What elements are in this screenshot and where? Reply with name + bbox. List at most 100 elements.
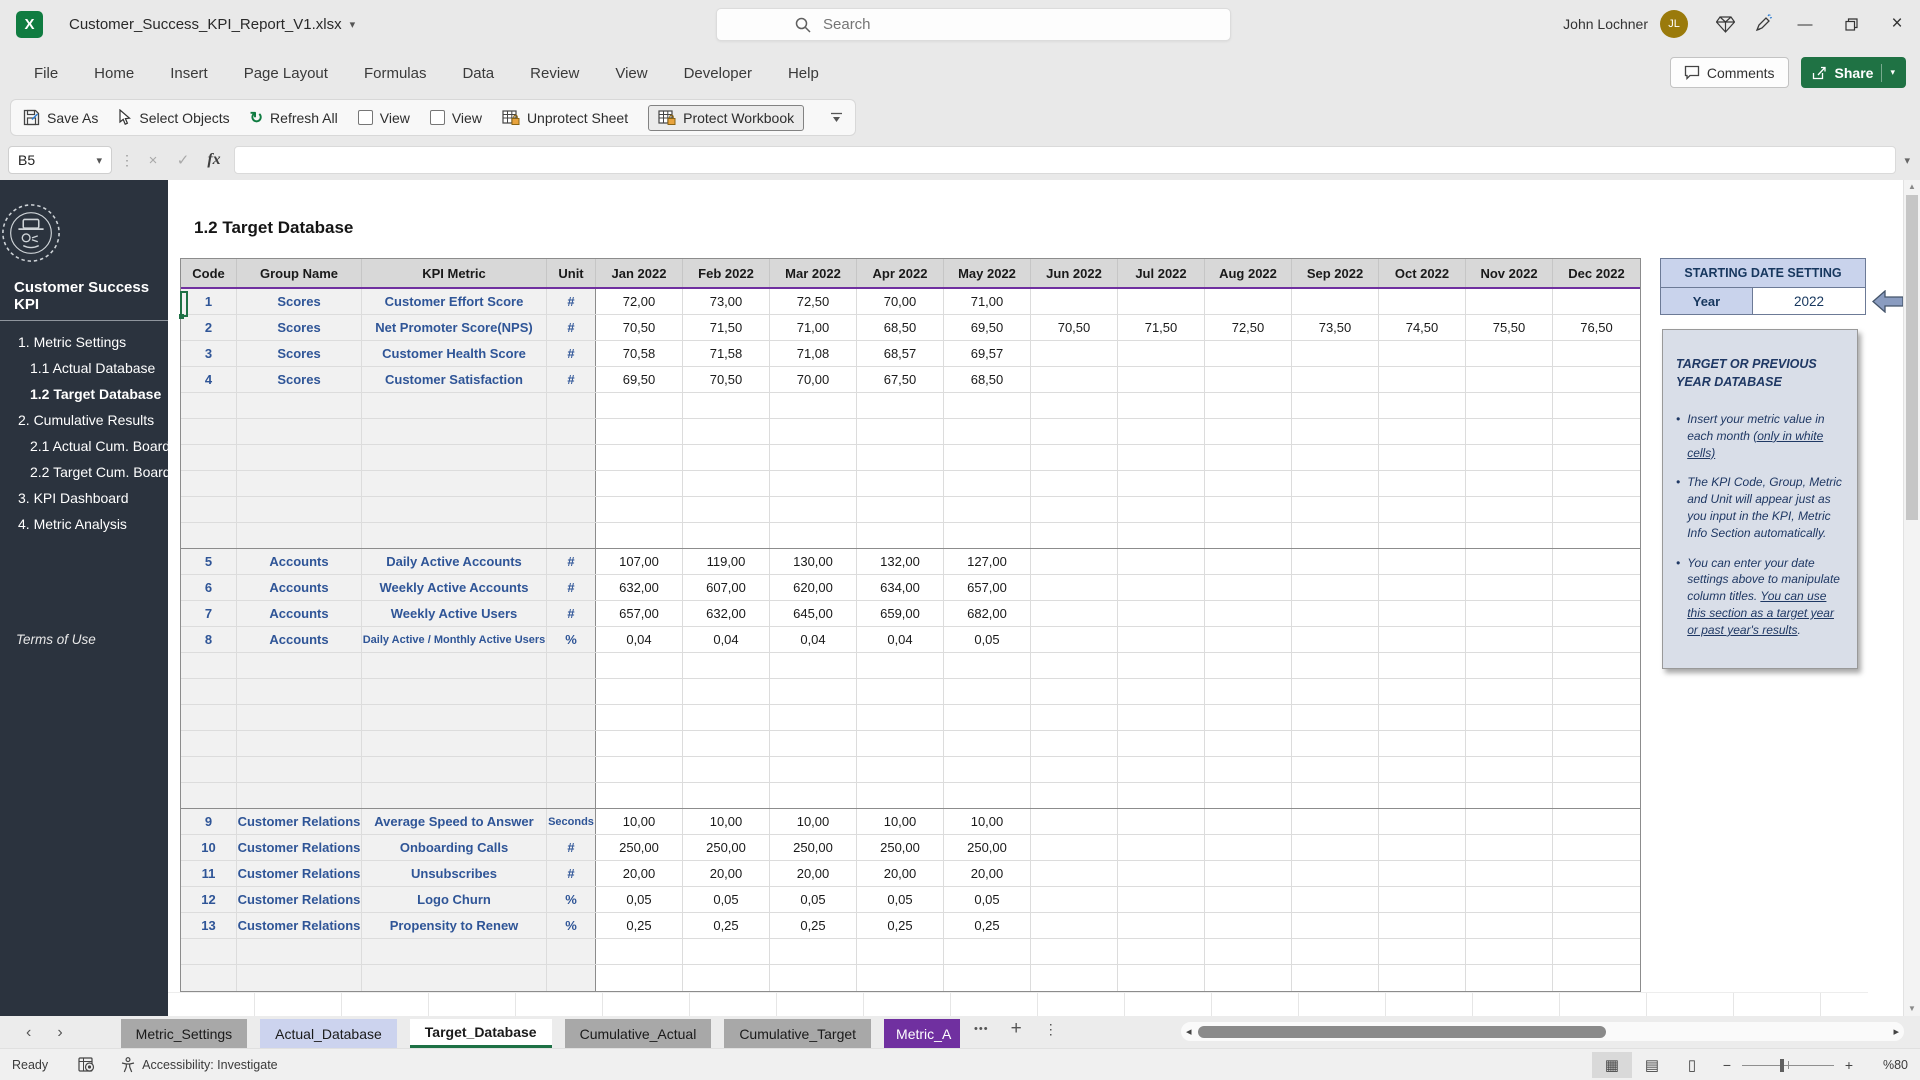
- value-cell[interactable]: [944, 497, 1031, 522]
- value-cell[interactable]: [1292, 627, 1379, 652]
- value-cell[interactable]: [1205, 679, 1292, 704]
- value-cell[interactable]: [1292, 939, 1379, 964]
- value-cell[interactable]: [1292, 861, 1379, 886]
- value-cell[interactable]: [857, 445, 944, 470]
- value-cell[interactable]: [1292, 445, 1379, 470]
- column-header[interactable]: Group Name: [237, 259, 362, 287]
- sidebar-item[interactable]: 2. Cumulative Results: [0, 407, 168, 433]
- value-cell[interactable]: [1553, 601, 1640, 626]
- zoom-in-button[interactable]: +: [1834, 1057, 1864, 1073]
- value-cell[interactable]: [1466, 887, 1553, 912]
- value-cell[interactable]: 0,05: [944, 887, 1031, 912]
- metric-cell[interactable]: [362, 757, 547, 782]
- code-cell[interactable]: 5: [181, 549, 237, 574]
- value-cell[interactable]: [857, 757, 944, 782]
- value-cell[interactable]: [683, 939, 770, 964]
- code-cell[interactable]: [181, 393, 237, 418]
- column-header[interactable]: Apr 2022: [857, 259, 944, 287]
- value-cell[interactable]: [1118, 575, 1205, 600]
- menu-home[interactable]: Home: [94, 65, 134, 82]
- value-cell[interactable]: [1118, 497, 1205, 522]
- value-cell[interactable]: [683, 965, 770, 991]
- unit-cell[interactable]: Seconds: [547, 809, 596, 834]
- macro-record-icon[interactable]: [78, 1056, 95, 1073]
- sheet-tab-target_database[interactable]: Target_Database: [409, 1019, 552, 1048]
- code-cell[interactable]: 9: [181, 809, 237, 834]
- value-cell[interactable]: [1466, 731, 1553, 756]
- value-cell[interactable]: [944, 965, 1031, 991]
- value-cell[interactable]: [1118, 289, 1205, 314]
- value-cell[interactable]: [1205, 549, 1292, 574]
- value-cell[interactable]: 0,25: [944, 913, 1031, 938]
- metric-cell[interactable]: Propensity to Renew: [362, 913, 547, 938]
- unit-cell[interactable]: #: [547, 861, 596, 886]
- value-cell[interactable]: [1031, 523, 1118, 548]
- group-cell[interactable]: [237, 679, 362, 704]
- value-cell[interactable]: [857, 731, 944, 756]
- value-cell[interactable]: [1553, 419, 1640, 444]
- metric-cell[interactable]: [362, 497, 547, 522]
- value-cell[interactable]: [683, 445, 770, 470]
- value-cell[interactable]: [683, 731, 770, 756]
- value-cell[interactable]: [857, 471, 944, 496]
- zoom-slider-knob[interactable]: [1780, 1058, 1784, 1072]
- value-cell[interactable]: 10,00: [770, 809, 857, 834]
- value-cell[interactable]: [1379, 523, 1466, 548]
- value-cell[interactable]: [1205, 939, 1292, 964]
- value-cell[interactable]: [1292, 523, 1379, 548]
- value-cell[interactable]: [1379, 861, 1466, 886]
- horizontal-scroll-thumb[interactable]: [1198, 1026, 1606, 1038]
- value-cell[interactable]: [1466, 497, 1553, 522]
- value-cell[interactable]: [1379, 575, 1466, 600]
- premium-diamond-icon[interactable]: [1706, 0, 1744, 48]
- code-cell[interactable]: 8: [181, 627, 237, 652]
- value-cell[interactable]: [1553, 783, 1640, 808]
- group-cell[interactable]: [237, 731, 362, 756]
- column-header[interactable]: Mar 2022: [770, 259, 857, 287]
- value-cell[interactable]: [1466, 523, 1553, 548]
- value-cell[interactable]: [1205, 731, 1292, 756]
- group-cell[interactable]: Scores: [237, 341, 362, 366]
- value-cell[interactable]: 659,00: [857, 601, 944, 626]
- value-cell[interactable]: 71,00: [770, 315, 857, 340]
- value-cell[interactable]: [1205, 861, 1292, 886]
- sidebar-item[interactable]: 1. Metric Settings: [0, 329, 168, 355]
- value-cell[interactable]: 0,05: [683, 887, 770, 912]
- editing-pen-icon[interactable]: [1744, 0, 1782, 48]
- value-cell[interactable]: [1031, 913, 1118, 938]
- value-cell[interactable]: [1553, 705, 1640, 730]
- view-checkbox-1[interactable]: View: [357, 110, 410, 126]
- unit-cell[interactable]: [547, 939, 596, 964]
- chevron-down-icon[interactable]: ▾: [1890, 67, 1895, 78]
- value-cell[interactable]: [1205, 445, 1292, 470]
- value-cell[interactable]: 0,05: [857, 887, 944, 912]
- scroll-left-icon[interactable]: ◂: [1186, 1025, 1192, 1038]
- value-cell[interactable]: 72,00: [596, 289, 683, 314]
- value-cell[interactable]: [944, 445, 1031, 470]
- group-cell[interactable]: [237, 445, 362, 470]
- scroll-down-icon[interactable]: ▼: [1904, 1002, 1920, 1016]
- value-cell[interactable]: [1379, 497, 1466, 522]
- zoom-slider[interactable]: [1742, 1058, 1834, 1072]
- code-cell[interactable]: [181, 653, 237, 678]
- value-cell[interactable]: [1553, 393, 1640, 418]
- value-cell[interactable]: [1379, 419, 1466, 444]
- value-cell[interactable]: [1205, 419, 1292, 444]
- metric-cell[interactable]: [362, 679, 547, 704]
- value-cell[interactable]: [1031, 887, 1118, 912]
- value-cell[interactable]: 0,25: [857, 913, 944, 938]
- unit-cell[interactable]: #: [547, 835, 596, 860]
- value-cell[interactable]: [683, 783, 770, 808]
- value-cell[interactable]: [683, 471, 770, 496]
- value-cell[interactable]: 10,00: [683, 809, 770, 834]
- restore-button[interactable]: [1828, 0, 1874, 48]
- value-cell[interactable]: [1031, 341, 1118, 366]
- formula-bar-expand-icon[interactable]: ▾: [1904, 154, 1910, 167]
- value-cell[interactable]: [1292, 497, 1379, 522]
- value-cell[interactable]: [1553, 653, 1640, 678]
- code-cell[interactable]: 4: [181, 367, 237, 392]
- value-cell[interactable]: [596, 783, 683, 808]
- value-cell[interactable]: [1031, 731, 1118, 756]
- value-cell[interactable]: [683, 523, 770, 548]
- value-cell[interactable]: [596, 497, 683, 522]
